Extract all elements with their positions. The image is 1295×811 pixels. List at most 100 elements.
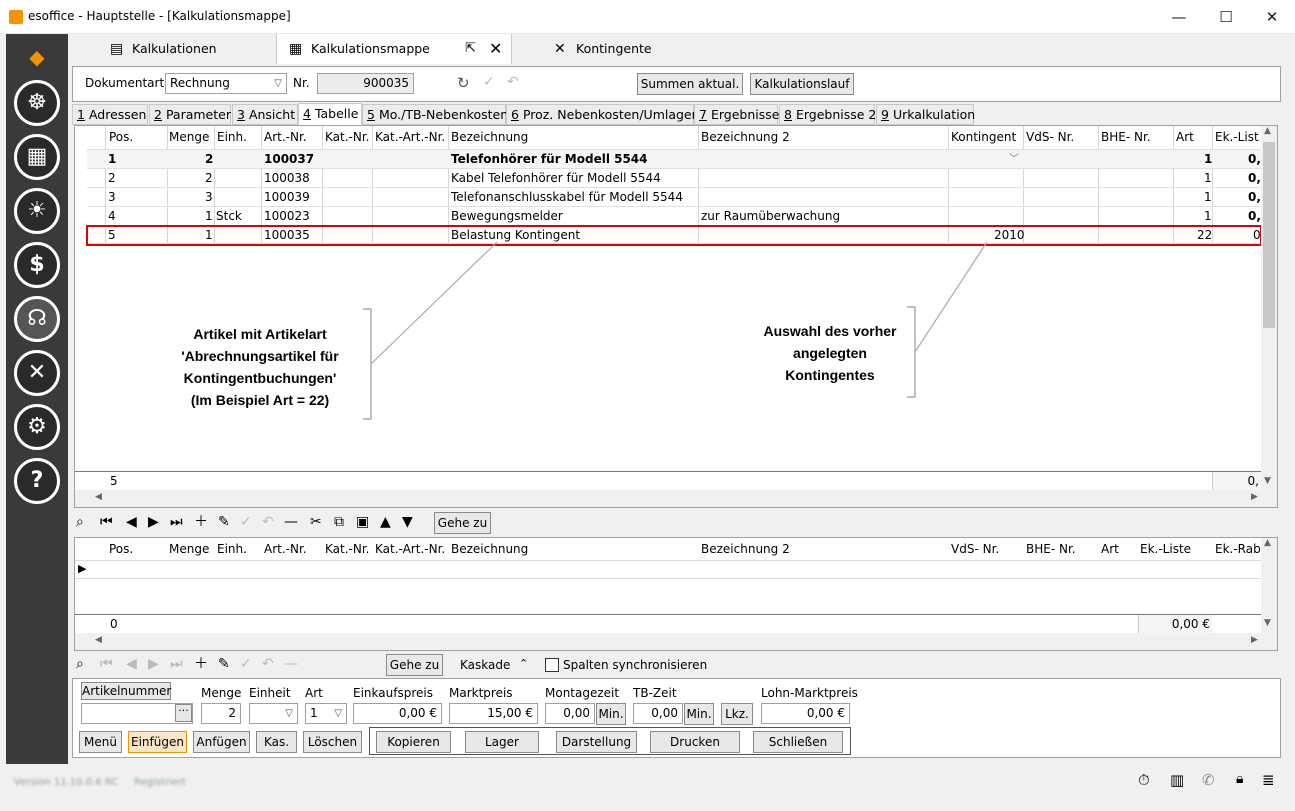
col-header[interactable]: VdS- Nr. <box>951 542 999 556</box>
checkmark-icon[interactable]: ✓ <box>483 74 495 90</box>
undo-icon[interactable]: ↶ <box>262 512 274 532</box>
tab-kontingente[interactable]: ✕ Kontingente <box>542 34 692 64</box>
money-icon[interactable]: $ <box>14 242 60 288</box>
col-header[interactable]: Bezeichnung <box>451 542 528 556</box>
summen-aktual-button[interactable]: Summen aktual. <box>637 73 743 95</box>
headset-icon[interactable]: ☊ <box>14 296 60 342</box>
database-icon[interactable]: ≣ <box>1262 771 1275 789</box>
montagezeit-input[interactable]: 0,00 <box>545 703 595 724</box>
subtab-proz-nebenkosten[interactable]: 6 Proz. Nebenkosten/Umlagen <box>506 104 700 125</box>
col-header[interactable]: Pos. <box>109 542 133 556</box>
kas-button[interactable]: Kas. <box>256 731 297 753</box>
cut-icon[interactable]: ✂ <box>310 512 322 532</box>
loeschen-button[interactable]: Löschen <box>303 731 362 753</box>
col-header[interactable]: Einh. <box>217 542 247 556</box>
spalten-sync-checkbox[interactable] <box>545 658 559 672</box>
kaskade-label[interactable]: Kaskade <box>460 658 510 672</box>
move-down-icon[interactable]: ▼ <box>402 512 413 532</box>
scroll-right-icon[interactable]: ▶ <box>1251 635 1258 645</box>
tab-kalkulationsmappe[interactable]: ▦ Kalkulationsmappe ⇱ ✕ <box>276 34 512 64</box>
menu-button[interactable]: Menü <box>79 731 122 753</box>
chevron-up-icon[interactable]: ⌃ <box>519 657 528 670</box>
refresh-icon[interactable]: ↻ <box>457 74 470 92</box>
scroll-right-icon[interactable]: ▶ <box>1251 492 1258 502</box>
menge-input[interactable]: 2 <box>201 703 241 724</box>
col-header[interactable]: BHE- Nr. <box>1026 542 1076 556</box>
last-record-icon[interactable]: ⏭ <box>170 654 183 674</box>
minimize-button[interactable]: — <box>1164 6 1194 28</box>
artikelnummer-button[interactable]: Artikelnummer <box>81 682 171 700</box>
col-header[interactable]: Ek.-Rab <box>1215 542 1261 556</box>
building-icon[interactable]: ▥ <box>1170 771 1184 789</box>
help-icon[interactable]: ? <box>14 458 60 504</box>
calendar-icon[interactable]: ▦ <box>14 134 60 180</box>
tools-icon[interactable]: ✕ <box>14 350 60 396</box>
vertical-scrollbar[interactable]: ▲ ▼ <box>1261 126 1277 490</box>
schliessen-button[interactable]: Schließen <box>753 731 843 753</box>
scroll-thumb[interactable] <box>1263 142 1275 328</box>
paste-icon[interactable]: ▣ <box>356 512 369 532</box>
anfuegen-button[interactable]: Anfügen <box>193 731 250 753</box>
art-select[interactable]: 1 ▽ <box>305 703 347 724</box>
col-header[interactable]: Art <box>1101 542 1119 556</box>
subtab-ergebnisse-2[interactable]: 8 Ergebnisse 2 <box>779 104 876 125</box>
einkaufspreis-input[interactable]: 0,00 € <box>353 703 442 724</box>
delete-icon[interactable]: — <box>284 654 298 674</box>
horizontal-scrollbar[interactable]: ◀ ▶ <box>75 633 1277 650</box>
add-icon[interactable]: ＋ <box>194 512 208 532</box>
tab-kalkulationen[interactable]: ▤ Kalkulationen <box>98 34 268 64</box>
checkmark-icon[interactable]: ✓ <box>240 512 252 532</box>
prev-record-icon[interactable]: ◀ <box>126 512 137 532</box>
vertical-scrollbar[interactable]: ▲ ▼ <box>1261 538 1277 633</box>
copy-icon[interactable]: ⧉ <box>334 512 344 532</box>
drucken-button[interactable]: Drucken <box>650 731 740 753</box>
lohn-marktpreis-input[interactable]: 0,00 € <box>761 703 850 724</box>
new-row[interactable]: ▶ <box>75 560 1261 579</box>
kopieren-button[interactable]: Kopieren <box>376 731 451 753</box>
next-record-icon[interactable]: ▶ <box>148 512 159 532</box>
darstellung-button[interactable]: Darstellung <box>556 731 637 753</box>
montagezeit-min-button[interactable]: Min. <box>596 703 626 725</box>
first-record-icon[interactable]: ⏮ <box>100 512 113 532</box>
subtab-nebenkosten[interactable]: 5 Mo./TB-Nebenkosten <box>362 104 508 125</box>
more-icon[interactable]: ··· <box>175 704 192 722</box>
scroll-up-icon[interactable]: ▲ <box>1264 538 1271 548</box>
scroll-down-icon[interactable]: ▼ <box>1264 618 1271 628</box>
col-header[interactable]: Kat.-Art.-Nr. <box>375 542 445 556</box>
next-record-icon[interactable]: ▶ <box>148 654 159 674</box>
scroll-up-icon[interactable]: ▲ <box>1264 126 1271 136</box>
last-record-icon[interactable]: ⏭ <box>170 512 183 532</box>
subtab-urkalkulation[interactable]: 9 Urkalkulation <box>876 104 975 125</box>
scroll-left-icon[interactable]: ◀ <box>95 635 102 645</box>
marktpreis-input[interactable]: 15,00 € <box>449 703 538 724</box>
tbzeit-input[interactable]: 0,00 <box>633 703 683 724</box>
kalkulationslauf-button[interactable]: Kalkulationslauf <box>750 73 854 95</box>
lager-button[interactable]: Lager <box>465 731 539 753</box>
search-icon[interactable]: ⌕ <box>76 512 84 532</box>
edit-icon[interactable]: ✎ <box>218 512 230 532</box>
subtab-adressen[interactable]: 1 Adressen <box>72 104 148 125</box>
tbzeit-min-button[interactable]: Min. <box>684 703 714 725</box>
col-header[interactable]: Ek.-Liste <box>1140 542 1191 556</box>
nr-field[interactable]: 900035 <box>317 73 414 94</box>
first-record-icon[interactable]: ⏮ <box>100 654 113 674</box>
search-icon[interactable]: ⌕ <box>76 654 84 674</box>
einfuegen-button[interactable]: Einfügen <box>128 731 187 753</box>
checkmark-icon[interactable]: ✓ <box>240 654 252 674</box>
delete-icon[interactable]: — <box>284 512 298 532</box>
lock-icon[interactable]: 🔒︎ <box>1236 771 1243 787</box>
settings-gears-icon[interactable]: ⚙ <box>14 404 60 450</box>
edit-icon[interactable]: ✎ <box>218 654 230 674</box>
scroll-down-icon[interactable]: ▼ <box>1264 476 1271 486</box>
gehe-zu-button[interactable]: Gehe zu <box>386 654 443 676</box>
prev-record-icon[interactable]: ◀ <box>126 654 137 674</box>
close-tab-icon[interactable]: ✕ <box>489 34 502 64</box>
dokumentart-select[interactable]: Rechnung ▽ <box>165 73 287 94</box>
lkz-button[interactable]: Lkz. <box>721 703 753 725</box>
alarm-light-icon[interactable]: ☀ <box>14 188 60 234</box>
subtab-tabelle[interactable]: 4 Tabelle <box>298 103 362 125</box>
subtab-ansicht[interactable]: 3 Ansicht <box>232 104 298 125</box>
einheit-select[interactable]: ▽ <box>249 703 298 724</box>
gehe-zu-button[interactable]: Gehe zu <box>434 512 491 534</box>
scroll-left-icon[interactable]: ◀ <box>95 492 102 502</box>
